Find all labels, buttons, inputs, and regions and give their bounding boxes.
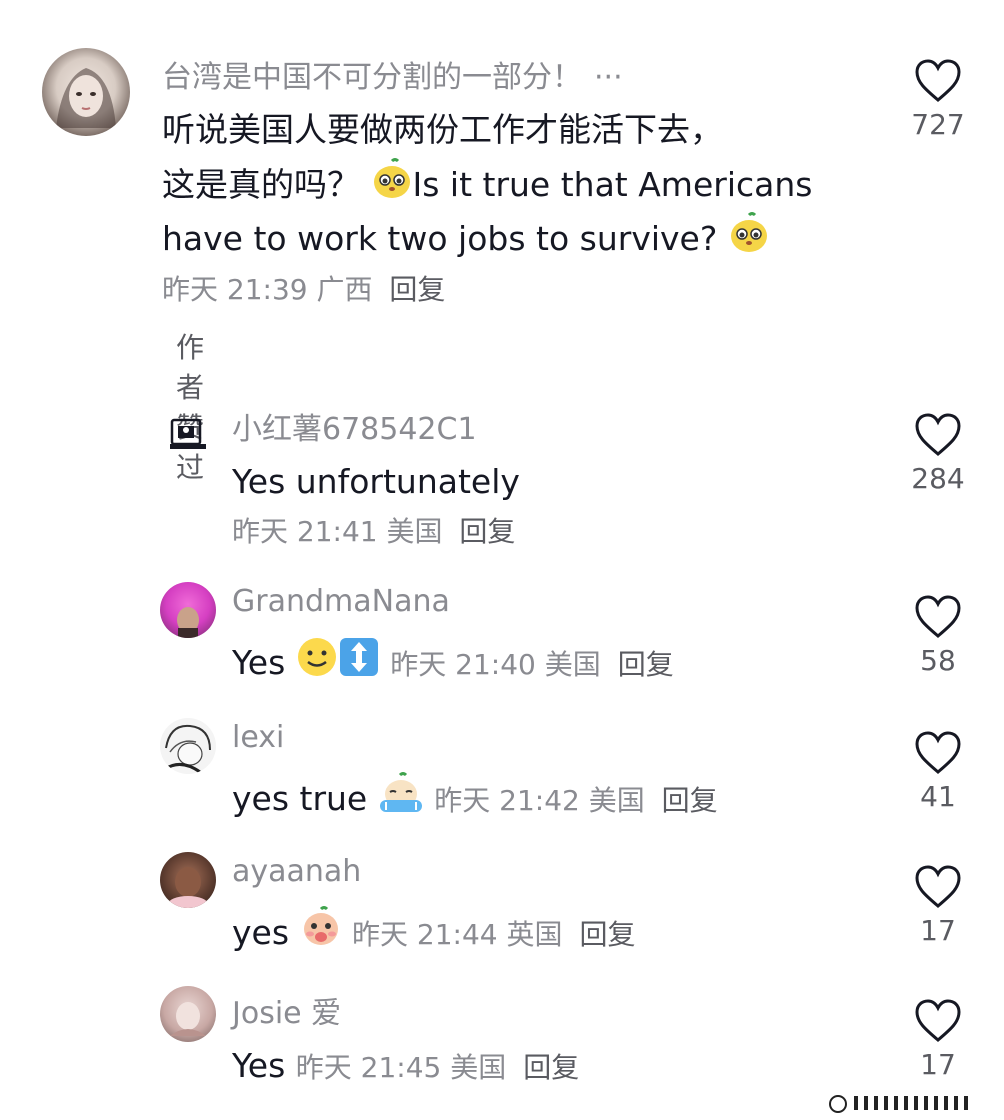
- comment-location: 美国: [450, 1051, 507, 1084]
- avatar-portrait-icon: [168, 867, 208, 908]
- main-comment-text-line2: 这是真的吗？ Is it true that Americans: [162, 158, 812, 215]
- heart-icon[interactable]: [913, 412, 963, 458]
- reply-button[interactable]: 回复: [459, 515, 515, 548]
- heart-icon[interactable]: [913, 998, 963, 1044]
- crying-emoji-icon: [378, 772, 424, 829]
- comment-time: 昨天 21:45: [295, 1051, 442, 1084]
- like-count: 58: [920, 644, 956, 677]
- reply-avatar[interactable]: [160, 986, 216, 1042]
- reply-avatar[interactable]: [168, 414, 208, 454]
- like-count: 284: [911, 462, 965, 495]
- reply-button[interactable]: 回复: [618, 648, 674, 681]
- reply-meta: 昨天 21:42 美国 回复: [434, 784, 717, 817]
- heart-icon[interactable]: [913, 58, 963, 104]
- avatar-portrait-icon: [163, 724, 211, 774]
- reply-text-row: yes true 昨天 21:42 美国 回复: [232, 772, 718, 829]
- avatar-portrait-icon: [177, 607, 199, 638]
- reply-button[interactable]: 回复: [662, 784, 718, 817]
- dog-face-emoji-icon: [371, 158, 413, 215]
- like-count: 17: [920, 914, 956, 947]
- reply-button[interactable]: 回复: [389, 273, 445, 306]
- reply-meta: 昨天 21:40 美国 回复: [390, 648, 673, 681]
- reply-button[interactable]: 回复: [523, 1051, 579, 1084]
- main-comment-text-line3: have to work two jobs to survive?: [162, 212, 770, 269]
- more-options-icon[interactable]: ···: [594, 60, 623, 95]
- reply-meta: 昨天 21:45 美国 回复: [296, 1051, 579, 1084]
- heart-icon[interactable]: [913, 730, 963, 776]
- reply-avatar[interactable]: [160, 718, 216, 774]
- reply-avatar[interactable]: [160, 852, 216, 908]
- comment-time: 昨天 21:42: [434, 784, 580, 817]
- reply-avatar[interactable]: [160, 582, 216, 638]
- up-down-arrow-icon: [338, 636, 380, 693]
- main-comment-username[interactable]: 台湾是中国不可分割的一部分！ ···: [162, 52, 623, 96]
- smiley-icon: [296, 636, 338, 693]
- reply-text: Yes unfortunately: [232, 462, 520, 501]
- main-comment-meta: 昨天 21:39 广西 回复: [162, 268, 445, 308]
- avatar-portrait-icon: [56, 68, 116, 128]
- comment-time: 昨天 21:39: [162, 273, 308, 306]
- reply-username[interactable]: 小红薯678542C1: [232, 404, 477, 448]
- reply-like[interactable]: 284: [908, 412, 968, 495]
- reply-text-row: Yes 昨天 21:40 美国 回复: [232, 636, 674, 693]
- reply-meta: 昨天 21:41 美国 回复: [232, 510, 515, 550]
- comment-location: 美国: [386, 515, 443, 548]
- comment-time: 昨天 21:44: [352, 918, 498, 951]
- main-comment-avatar[interactable]: [42, 48, 130, 136]
- dog-face-emoji-icon: [728, 212, 770, 269]
- comment-location: 英国: [506, 918, 563, 951]
- main-comment-like[interactable]: 727: [908, 58, 968, 141]
- comment-location: 广西: [316, 273, 373, 306]
- reply-button[interactable]: 回复: [579, 918, 635, 951]
- reply-like[interactable]: 58: [908, 594, 968, 677]
- reply-username[interactable]: GrandmaNana: [232, 584, 450, 619]
- reply-username[interactable]: Josie 爱: [232, 988, 341, 1032]
- image-placeholder-icon: [170, 418, 206, 449]
- avatar-portrait-icon: [170, 1002, 206, 1036]
- main-comment-text-line1: 听说美国人要做两份工作才能活下去，: [162, 110, 723, 149]
- reply-text-row: yes 昨天 21:44 英国 回复: [232, 906, 635, 963]
- comment-time: 昨天 21:40: [390, 648, 536, 681]
- reply-meta: 昨天 21:44 英国 回复: [352, 918, 635, 951]
- heart-icon[interactable]: [913, 594, 963, 640]
- reply-like[interactable]: 41: [908, 730, 968, 813]
- watermark-logo: [824, 1086, 984, 1114]
- reply-username[interactable]: lexi: [232, 720, 284, 755]
- comment-location: 美国: [588, 784, 645, 817]
- reply-like[interactable]: 17: [908, 864, 968, 947]
- like-count: 41: [920, 780, 956, 813]
- author-liked-badge: 作者赞过: [176, 331, 205, 484]
- like-count: 17: [920, 1048, 956, 1081]
- shocked-emoji-icon: [300, 906, 342, 963]
- like-count: 727: [911, 108, 965, 141]
- reply-username[interactable]: ayaanah: [232, 854, 361, 889]
- comment-time: 昨天 21:41: [232, 515, 378, 548]
- reply-text-row: Yes 昨天 21:45 美国 回复: [232, 1046, 580, 1085]
- heart-icon[interactable]: [913, 864, 963, 910]
- comment-location: 美国: [544, 648, 601, 681]
